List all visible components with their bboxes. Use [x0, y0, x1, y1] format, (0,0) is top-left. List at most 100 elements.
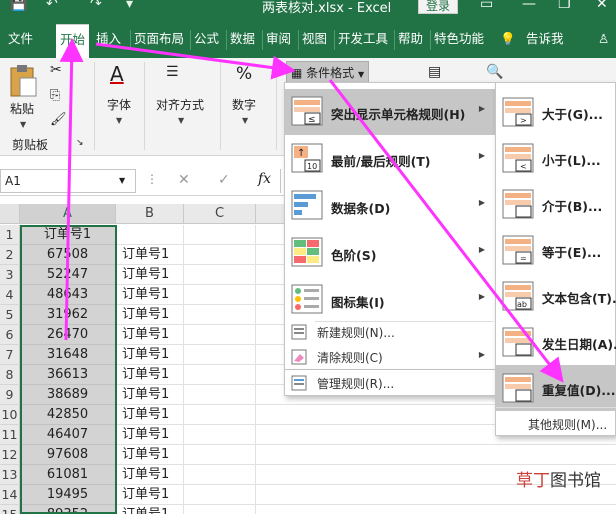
row-header[interactable]: 4: [0, 285, 20, 305]
cell-b[interactable]: 订单号1: [116, 405, 184, 425]
tab-view[interactable]: 视图: [302, 28, 327, 50]
cell-b[interactable]: 订单号1: [116, 265, 184, 285]
align-icon[interactable]: ☰: [166, 64, 179, 80]
column-header-c[interactable]: C: [184, 204, 256, 224]
cell-b[interactable]: 订单号1: [116, 345, 184, 365]
row-header[interactable]: 10: [0, 405, 20, 425]
cell-c[interactable]: [184, 465, 256, 485]
cell-a[interactable]: 97608: [20, 445, 116, 465]
menu-color-scales[interactable]: 色阶(S) ▶: [285, 230, 495, 276]
cell-a[interactable]: 36613: [20, 365, 116, 385]
cell-rest[interactable]: [256, 445, 616, 465]
tab-page-layout[interactable]: 页面布局: [134, 28, 184, 50]
row-header[interactable]: 3: [0, 265, 20, 285]
column-header-a[interactable]: A: [20, 204, 116, 224]
tab-data[interactable]: 数据: [230, 28, 255, 50]
cancel-icon[interactable]: ✕: [178, 172, 190, 188]
minimize-icon[interactable]: —: [522, 0, 536, 12]
cell-rest[interactable]: [256, 505, 616, 514]
select-all-corner[interactable]: [0, 204, 20, 224]
cell-a[interactable]: 52247: [20, 265, 116, 285]
row-header[interactable]: 1: [0, 225, 20, 245]
cell-a[interactable]: 67508: [20, 245, 116, 265]
align-group-button[interactable]: 对齐方式: [156, 96, 204, 113]
menu-data-bars[interactable]: 数据条(D) ▶: [285, 183, 495, 229]
name-box[interactable]: A1 ▼: [0, 169, 136, 193]
paste-label[interactable]: 粘贴: [10, 100, 34, 117]
cell-a[interactable]: 48643: [20, 285, 116, 305]
cell-a[interactable]: 89352: [20, 505, 116, 514]
menu-highlight-rules[interactable]: ≤ 突出显示单元格规则(H) ▶: [285, 89, 495, 135]
cell-a[interactable]: 26470: [20, 325, 116, 345]
number-dropdown-icon[interactable]: ▼: [242, 116, 248, 125]
login-button[interactable]: 登录: [418, 0, 458, 14]
font-group-button[interactable]: 字体: [107, 96, 131, 113]
lightbulb-icon[interactable]: 💡: [500, 28, 516, 50]
cell-c[interactable]: [184, 365, 256, 385]
cell-b[interactable]: 订单号1: [116, 365, 184, 385]
menu-top-bottom-rules[interactable]: ↑ 10 最前/最后规则(T) ▶: [285, 136, 495, 182]
row-header[interactable]: 12: [0, 445, 20, 465]
share-icon[interactable]: ♙: [598, 28, 609, 50]
menu-less-than[interactable]: < 小于(L)...: [496, 135, 616, 181]
menu-other-rules[interactable]: 其他规则(M)...: [496, 413, 616, 435]
restore-icon[interactable]: ❐: [558, 0, 571, 12]
row-header[interactable]: 5: [0, 305, 20, 325]
customize-icon[interactable]: ▾: [126, 0, 133, 12]
menu-text-contains[interactable]: ab 文本包含(T)...: [496, 273, 616, 319]
row-header[interactable]: 7: [0, 345, 20, 365]
cell-c[interactable]: [184, 285, 256, 305]
tab-special[interactable]: 特色功能: [434, 28, 484, 50]
menu-manage-rules[interactable]: 管理规则(R)...: [284, 370, 496, 396]
tab-formulas[interactable]: 公式: [194, 28, 219, 50]
paste-dropdown-icon[interactable]: ▼: [20, 120, 26, 129]
find-icon[interactable]: 🔍: [486, 64, 503, 80]
font-dropdown-icon[interactable]: ▼: [116, 116, 122, 125]
cell-b[interactable]: 订单号1: [116, 485, 184, 505]
cell-c[interactable]: [184, 245, 256, 265]
cell-b[interactable]: 订单号1: [116, 465, 184, 485]
cell-c[interactable]: [184, 345, 256, 365]
tab-file[interactable]: 文件: [8, 28, 33, 50]
align-dropdown-icon[interactable]: ▼: [178, 116, 184, 125]
menu-greater-than[interactable]: > 大于(G)...: [496, 89, 616, 135]
row-header[interactable]: 8: [0, 365, 20, 385]
tab-developer[interactable]: 开发工具: [338, 28, 388, 50]
row-header[interactable]: 6: [0, 325, 20, 345]
cell-b[interactable]: 订单号1: [116, 245, 184, 265]
cell-b[interactable]: [116, 225, 184, 245]
column-header-b[interactable]: B: [116, 204, 184, 224]
menu-icon-sets[interactable]: 图标集(I) ▶: [285, 277, 495, 323]
cell-a[interactable]: 38689: [20, 385, 116, 405]
cell-a[interactable]: 19495: [20, 485, 116, 505]
clipboard-launcher-icon[interactable]: ↘: [76, 138, 84, 148]
cell-b[interactable]: 订单号1: [116, 425, 184, 445]
cell-c[interactable]: [184, 265, 256, 285]
menu-new-rule[interactable]: 新建规则(N)...: [285, 319, 495, 345]
copy-icon[interactable]: ⎘: [50, 88, 60, 103]
number-group-button[interactable]: 数字: [232, 96, 256, 113]
cell-c[interactable]: [184, 405, 256, 425]
row-header[interactable]: 2: [0, 245, 20, 265]
row-header[interactable]: 14: [0, 485, 20, 505]
cell-b[interactable]: 订单号1: [116, 305, 184, 325]
menu-between[interactable]: 介于(B)...: [496, 181, 616, 227]
confirm-icon[interactable]: ✓: [218, 172, 230, 188]
undo-icon[interactable]: ↶: [46, 0, 58, 12]
tab-home[interactable]: 开始: [56, 24, 90, 58]
cut-icon[interactable]: ✂: [50, 62, 62, 78]
cell-a[interactable]: 61081: [20, 465, 116, 485]
cell-c[interactable]: [184, 225, 256, 245]
cell-b[interactable]: 订单号1: [116, 445, 184, 465]
font-color-icon[interactable]: A: [110, 62, 124, 86]
menu-equal-to[interactable]: = 等于(E)...: [496, 227, 616, 273]
tab-help[interactable]: 帮助: [398, 28, 423, 50]
cell-b[interactable]: 订单号1: [116, 385, 184, 405]
cell-c[interactable]: [184, 505, 256, 514]
cell-c[interactable]: [184, 445, 256, 465]
cell-c[interactable]: [184, 305, 256, 325]
cell-a[interactable]: 订单号1: [20, 225, 116, 245]
cell-a[interactable]: 46407: [20, 425, 116, 445]
cell-b[interactable]: 订单号1: [116, 325, 184, 345]
menu-clear-rules[interactable]: 清除规则(C) ▶: [285, 344, 495, 370]
